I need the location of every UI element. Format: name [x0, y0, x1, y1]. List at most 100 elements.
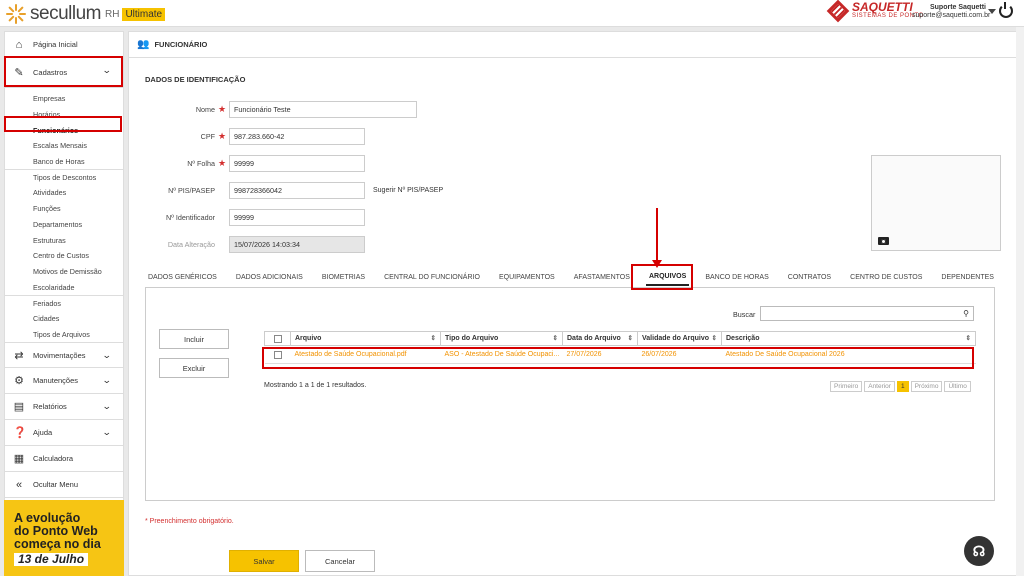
- col-data[interactable]: Data do Arquivo ⇕: [562, 331, 638, 346]
- table-header: Arquivo ⇕ Tipo do Arquivo ⇕ Data do Arquiv…: [264, 331, 976, 346]
- sort-icon: ⇕: [965, 335, 971, 342]
- select-all-cell[interactable]: [264, 331, 291, 346]
- col-validade[interactable]: Validade do Arquivo ⇕: [637, 331, 722, 346]
- sidebar-sub-motivos[interactable]: Motivos de Demissão: [5, 264, 123, 280]
- saquetti-logo-icon: [826, 0, 850, 22]
- sugerir-pis-link[interactable]: Sugerir Nº PIS/PASEP: [373, 187, 443, 194]
- col-descricao[interactable]: Descrição ⇕: [721, 331, 976, 346]
- chevron-down-icon: ⌄: [102, 427, 113, 437]
- field-pis: Nº PIS/PASEP 998728366042 Sugerir Nº PIS…: [129, 181, 443, 199]
- select-all-checkbox[interactable]: [273, 334, 282, 343]
- page-current[interactable]: 1: [896, 381, 909, 392]
- label-identificador: Nº Identificador: [166, 212, 215, 222]
- sidebar-item-movimentacoes[interactable]: ⇄ Movimentações ⌄: [5, 342, 123, 368]
- sidebar-sub-estruturas[interactable]: Estruturas: [5, 232, 123, 248]
- camera-icon[interactable]: [878, 237, 889, 245]
- tab-dados-genericos[interactable]: DADOS GENÉRICOS: [145, 270, 220, 285]
- label-alteracao: Data Alteração: [167, 239, 215, 249]
- sort-icon: ⇕: [552, 335, 558, 342]
- sidebar-item-home[interactable]: ⌂ Página Inicial: [5, 32, 123, 58]
- sidebar-sub-escalas[interactable]: Escalas Mensais: [5, 138, 123, 154]
- col-label: Validade do Arquivo: [642, 335, 710, 342]
- sidebar-sub-atividades[interactable]: Atividades: [5, 185, 123, 201]
- label-nome: Nome: [195, 104, 215, 114]
- chevron-down-icon: ⌄: [102, 350, 113, 360]
- label-cpf: CPF: [200, 131, 215, 141]
- sidebar-label: Ocultar Menu: [33, 480, 79, 489]
- sidebar-sub-tipos-arquivos[interactable]: Tipos de Arquivos: [5, 326, 123, 342]
- col-tipo[interactable]: Tipo do Arquivo ⇕: [440, 331, 563, 346]
- sidebar-label: Manutenções: [33, 376, 79, 385]
- search-icon: ⚲: [963, 309, 969, 318]
- users-icon: 👥: [137, 39, 150, 50]
- highlight-funcionarios: [4, 116, 122, 132]
- cancel-button[interactable]: Cancelar: [305, 550, 375, 572]
- photo-box[interactable]: [871, 155, 1001, 251]
- sidebar-sub-cidades[interactable]: Cidades: [5, 311, 123, 327]
- col-arquivo[interactable]: Arquivo ⇕: [290, 331, 441, 346]
- save-button[interactable]: Salvar: [229, 550, 299, 572]
- promo-banner[interactable]: A evolução do Ponto Web começa no dia 13…: [4, 500, 124, 576]
- sidebar-sub-escolaridade[interactable]: Escolaridade: [5, 279, 123, 295]
- arquivos-panel: Incluir Excluir Buscar ⚲ Arquivo ⇕ Tipo d…: [145, 287, 995, 501]
- highlight-cadastros: [4, 56, 123, 87]
- annotation-arrow: [652, 208, 662, 268]
- calculator-icon: ▦: [13, 453, 25, 465]
- tab-central[interactable]: CENTRAL DO FUNCIONÁRIO: [381, 270, 483, 285]
- tab-biometrias[interactable]: BIOMETRIAS: [319, 270, 368, 285]
- excluir-button[interactable]: Excluir: [159, 358, 229, 378]
- secullum-logo[interactable]: secullum RH Ultimate: [6, 3, 166, 25]
- gear-icon: ⚙: [14, 375, 24, 387]
- page-title: FUNCIONÁRIO: [154, 40, 208, 49]
- sidebar-sub-funcoes[interactable]: Funções: [5, 201, 123, 217]
- sidebar-item-calculadora[interactable]: ▦ Calculadora: [5, 446, 123, 472]
- results-count: Mostrando 1 a 1 de 1 resultados.: [264, 382, 367, 389]
- saquetti-logo: SAQUETTI SISTEMAS DE PONTO: [826, 0, 924, 22]
- identificador-input[interactable]: 99999: [229, 208, 365, 226]
- field-folha: Nº Folha ★ 99999: [129, 154, 365, 172]
- page-prev[interactable]: Anterior: [864, 381, 895, 392]
- page-scrollbar[interactable]: [1016, 27, 1024, 576]
- tab-banco-horas[interactable]: BANCO DE HORAS: [702, 270, 771, 285]
- tab-contratos[interactable]: CONTRATOS: [785, 270, 834, 285]
- pis-input[interactable]: 998728366042: [229, 181, 365, 199]
- page-last[interactable]: Último: [944, 381, 971, 392]
- col-label: Tipo do Arquivo: [445, 335, 499, 342]
- sidebar-item-relatorios[interactable]: ▤ Relatórios ⌄: [5, 394, 123, 420]
- page-next[interactable]: Próximo: [910, 381, 943, 392]
- sidebar-item-ocultar[interactable]: « Ocultar Menu: [5, 472, 123, 498]
- tab-equipamentos[interactable]: EQUIPAMENTOS: [496, 270, 558, 285]
- sidebar-sub-centro-custos[interactable]: Centro de Custos: [5, 248, 123, 264]
- sidebar-item-manutencoes[interactable]: ⚙ Manutenções ⌄: [5, 368, 123, 394]
- sidebar-sub-banco-horas[interactable]: Banco de Horas: [5, 154, 123, 170]
- tab-dados-adicionais[interactable]: DADOS ADICIONAIS: [233, 270, 306, 285]
- sidebar-sub-departamentos[interactable]: Departamentos: [5, 217, 123, 233]
- support-chat-icon[interactable]: ☊: [964, 536, 994, 566]
- page-header: 👥 FUNCIONÁRIO: [129, 32, 1019, 58]
- cpf-input[interactable]: 987.283.660-42: [229, 127, 365, 145]
- sidebar-sub-feriados[interactable]: Feriados: [5, 294, 123, 311]
- field-identificador: Nº Identificador 99999: [129, 208, 365, 226]
- caret-down-icon[interactable]: [988, 9, 996, 14]
- page-first[interactable]: Primeiro: [830, 381, 863, 392]
- nome-input[interactable]: Funcionário Teste: [229, 100, 417, 118]
- home-icon: ⌂: [15, 38, 23, 51]
- sidebar-item-ajuda[interactable]: ❓ Ajuda ⌄: [5, 420, 123, 446]
- sidebar-label: Calculadora: [33, 454, 74, 463]
- power-icon[interactable]: [999, 2, 1013, 18]
- edition-badge: Ultimate: [122, 7, 166, 21]
- tab-centro-custos[interactable]: CENTRO DE CUSTOS: [847, 270, 925, 285]
- search-input[interactable]: ⚲: [760, 306, 974, 321]
- sidebar-sub-descontos[interactable]: Tipos de Descontos: [5, 169, 123, 185]
- folha-input[interactable]: 99999: [229, 154, 365, 172]
- section-title: DADOS DE IDENTIFICAÇÃO: [145, 75, 246, 84]
- user-menu[interactable]: Suporte Saquetti suporte@saquetti.com.br: [912, 4, 990, 20]
- field-alteracao: Data Alteração 15/07/2026 14:03:34: [129, 235, 365, 253]
- user-name: Suporte Saquetti: [929, 4, 986, 11]
- required-star: ★: [217, 130, 227, 141]
- highlight-table-row: [262, 347, 974, 369]
- tab-dependentes[interactable]: DEPENDENTES: [938, 270, 997, 285]
- incluir-button[interactable]: Incluir: [159, 329, 229, 349]
- sidebar-sub-empresas[interactable]: Empresas: [5, 91, 123, 107]
- tab-afastamentos[interactable]: AFASTAMENTOS: [571, 270, 633, 285]
